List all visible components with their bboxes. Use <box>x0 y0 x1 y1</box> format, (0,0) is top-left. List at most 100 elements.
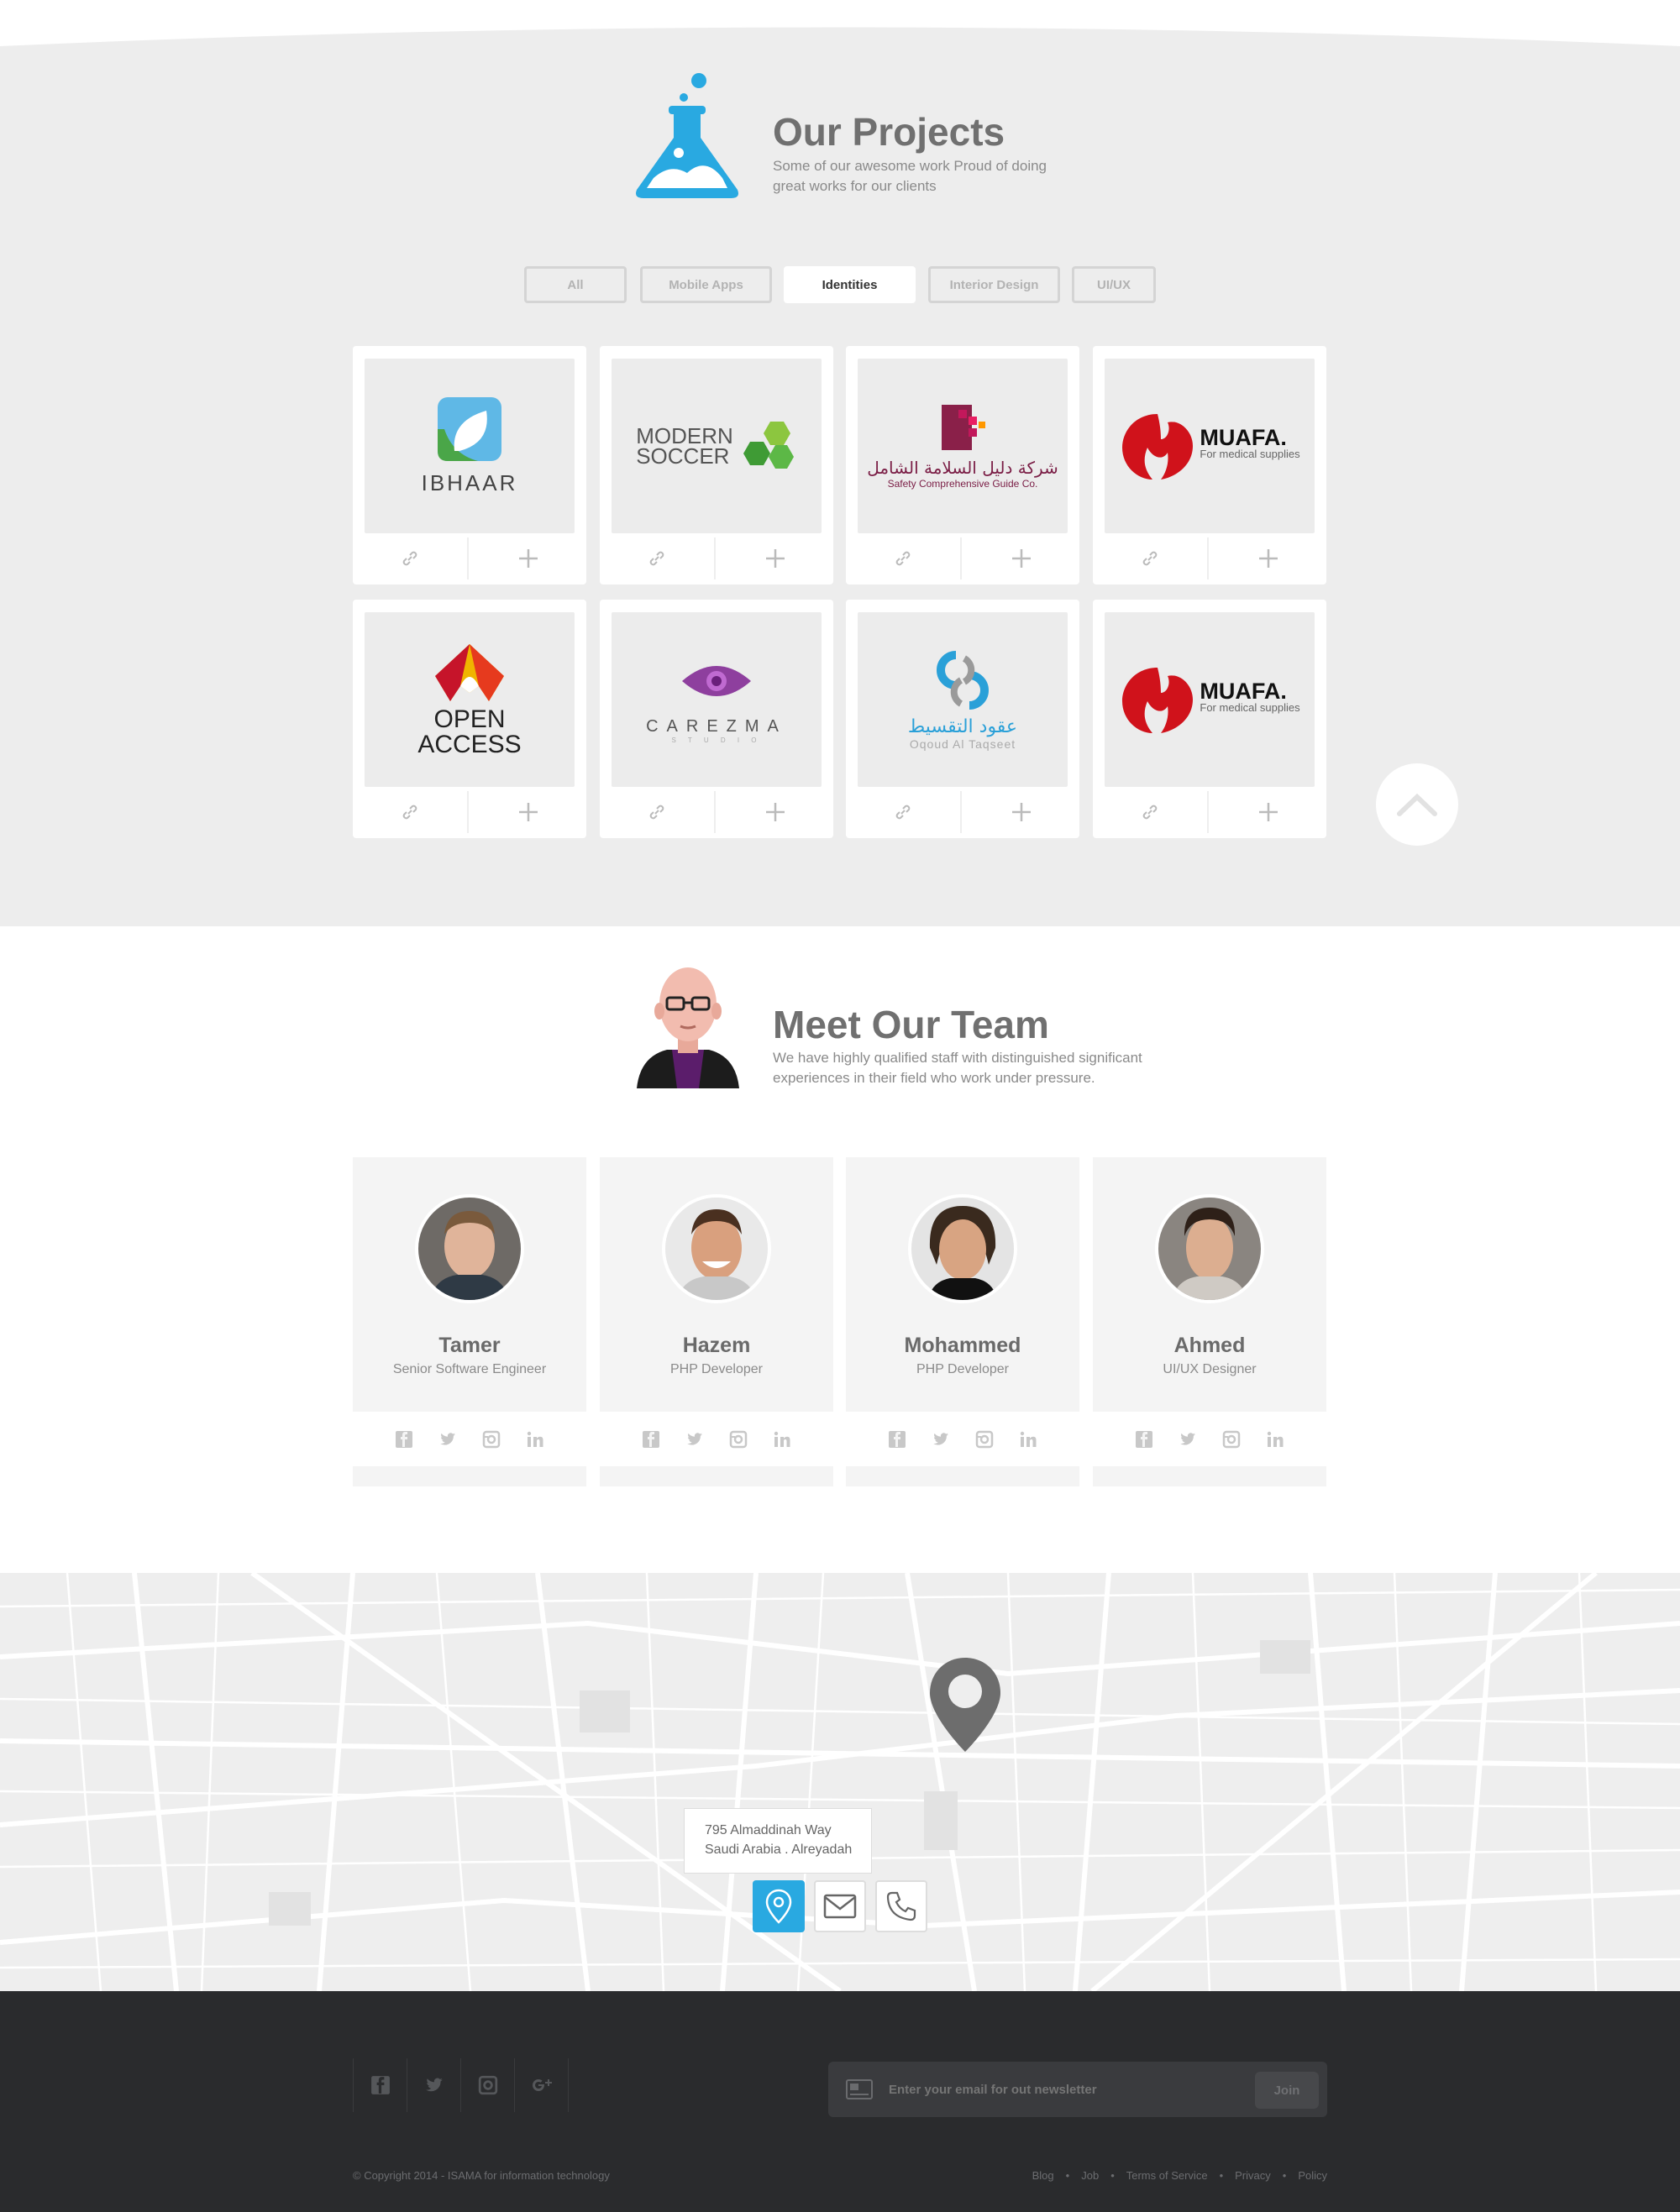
filter-identities[interactable]: Identities <box>784 266 916 303</box>
project-card[interactable]: عقود التقسيط Oqoud Al Taqseet <box>846 600 1079 838</box>
phone-icon <box>886 1891 916 1921</box>
flask-icon <box>636 73 738 198</box>
instagram-icon[interactable] <box>482 1430 501 1449</box>
project-link-button[interactable] <box>846 537 962 579</box>
footer-link-blog[interactable]: Blog <box>1032 2169 1054 2182</box>
facebook-icon[interactable] <box>395 1430 413 1449</box>
twitter-icon[interactable] <box>438 1430 457 1449</box>
filter-mobile-apps[interactable]: Mobile Apps <box>640 266 772 303</box>
member-social-links <box>353 1430 586 1449</box>
card-footer-bar <box>600 1466 833 1486</box>
project-link-button[interactable] <box>846 791 962 833</box>
open-access-logo-icon <box>435 643 504 701</box>
project-thumbnail[interactable]: OPEN ACCESS <box>365 612 575 787</box>
project-card[interactable]: CAREZMA S T U D I O <box>600 600 833 838</box>
project-link-button[interactable] <box>1093 791 1209 833</box>
linkedin-icon[interactable] <box>773 1430 791 1449</box>
card-footer-bar <box>353 1466 586 1486</box>
location-map[interactable]: 795 Almaddinah Way Saudi Arabia . Alreya… <box>0 1573 1680 1991</box>
facebook-icon[interactable] <box>642 1430 660 1449</box>
project-expand-button[interactable] <box>963 791 1079 833</box>
twitter-icon[interactable] <box>685 1430 704 1449</box>
project-card[interactable]: IBHAAR <box>353 346 586 584</box>
project-link-button[interactable] <box>1093 537 1209 579</box>
instagram-icon[interactable] <box>729 1430 748 1449</box>
team-member-card: Ahmed UI/UX Designer <box>1093 1157 1326 1412</box>
email-button[interactable] <box>814 1880 866 1932</box>
project-expand-button[interactable] <box>1210 537 1326 579</box>
project-thumbnail[interactable]: MUAFA. For medical supplies <box>1105 359 1315 533</box>
map-pin-icon[interactable] <box>927 1654 1004 1755</box>
project-logo-text: شركة دليل السلامة الشامل <box>867 457 1058 478</box>
project-expand-button[interactable] <box>963 537 1079 579</box>
project-thumbnail[interactable]: عقود التقسيط Oqoud Al Taqseet <box>858 612 1068 787</box>
member-role: PHP Developer <box>916 1362 1009 1376</box>
linkedin-icon[interactable] <box>1019 1430 1037 1449</box>
footer-link-policy[interactable]: Policy <box>1298 2169 1327 2182</box>
instagram-icon[interactable] <box>975 1430 994 1449</box>
address-popup: 795 Almaddinah Way Saudi Arabia . Alreya… <box>684 1808 872 1874</box>
project-link-button[interactable] <box>600 537 716 579</box>
instagram-icon[interactable] <box>460 2058 514 2112</box>
project-link-button[interactable] <box>353 791 469 833</box>
twitter-icon[interactable] <box>1179 1430 1197 1449</box>
project-card[interactable]: MUAFA. For medical supplies <box>1093 346 1326 584</box>
facebook-icon[interactable] <box>353 2058 407 2112</box>
filter-ui-ux[interactable]: UI/UX <box>1072 266 1156 303</box>
location-button[interactable] <box>753 1880 805 1932</box>
projects-subtitle: Some of our awesome work Proud of doing … <box>773 158 1047 194</box>
newsletter-email-input[interactable] <box>889 2073 1225 2105</box>
join-button[interactable]: Join <box>1255 2072 1319 2109</box>
google-plus-icon[interactable] <box>514 2058 568 2112</box>
linkedin-icon[interactable] <box>526 1430 544 1449</box>
linkedin-icon[interactable] <box>1266 1430 1284 1449</box>
footer-link-separator: • <box>1110 2169 1115 2182</box>
link-icon <box>649 551 664 566</box>
link-icon <box>895 805 911 820</box>
member-social-links <box>600 1430 833 1449</box>
filter-all[interactable]: All <box>524 266 627 303</box>
footer-link-separator: • <box>1282 2169 1287 2182</box>
footer-link-privacy[interactable]: Privacy <box>1235 2169 1271 2182</box>
project-thumbnail[interactable]: MUAFA. For medical supplies <box>1105 612 1315 787</box>
filter-interior-design[interactable]: Interior Design <box>928 266 1060 303</box>
project-thumbnail[interactable]: IBHAAR <box>365 359 575 533</box>
project-expand-button[interactable] <box>717 791 833 833</box>
instagram-icon[interactable] <box>1222 1430 1241 1449</box>
project-expand-button[interactable] <box>470 537 586 579</box>
project-expand-button[interactable] <box>1210 791 1326 833</box>
project-thumbnail[interactable]: شركة دليل السلامة الشامل Safety Comprehe… <box>858 359 1068 533</box>
section-curve <box>0 0 1680 46</box>
link-icon <box>649 805 664 820</box>
project-expand-button[interactable] <box>717 537 833 579</box>
twitter-icon[interactable] <box>407 2058 460 2112</box>
member-name: Hazem <box>682 1334 751 1357</box>
project-card[interactable]: OPEN ACCESS <box>353 600 586 838</box>
plus-icon <box>519 549 538 568</box>
footer: Join © Copyright 2014 - ISAMA for inform… <box>0 1991 1680 2212</box>
project-expand-button[interactable] <box>470 791 586 833</box>
link-icon <box>895 551 911 566</box>
project-thumbnail[interactable]: CAREZMA S T U D I O <box>612 612 822 787</box>
address-line-2: Saudi Arabia . Alreyadah <box>705 1842 853 1857</box>
project-card[interactable]: MUAFA. For medical supplies <box>1093 600 1326 838</box>
card-footer-bar <box>846 1466 1079 1486</box>
team-subtitle: We have highly qualified staff with dist… <box>773 1050 1142 1086</box>
team-member-card: Tamer Senior Software Engineer <box>353 1157 586 1412</box>
footer-link-separator: • <box>1065 2169 1070 2182</box>
project-logo-subtext: Oqoud Al Taqseet <box>909 737 1016 751</box>
facebook-icon[interactable] <box>888 1430 906 1449</box>
project-thumbnail[interactable]: MODERN SOCCER <box>612 359 822 533</box>
project-link-button[interactable] <box>353 537 469 579</box>
phone-button[interactable] <box>875 1880 927 1932</box>
footer-link-job[interactable]: Job <box>1081 2169 1099 2182</box>
scroll-top-button[interactable] <box>1376 763 1458 846</box>
facebook-icon[interactable] <box>1135 1430 1153 1449</box>
team-member-card: Hazem PHP Developer <box>600 1157 833 1412</box>
project-link-button[interactable] <box>600 791 716 833</box>
footer-link-terms[interactable]: Terms of Service <box>1126 2169 1208 2182</box>
twitter-icon[interactable] <box>932 1430 950 1449</box>
project-card[interactable]: شركة دليل السلامة الشامل Safety Comprehe… <box>846 346 1079 584</box>
project-card[interactable]: MODERN SOCCER <box>600 346 833 584</box>
link-icon <box>1142 805 1158 820</box>
